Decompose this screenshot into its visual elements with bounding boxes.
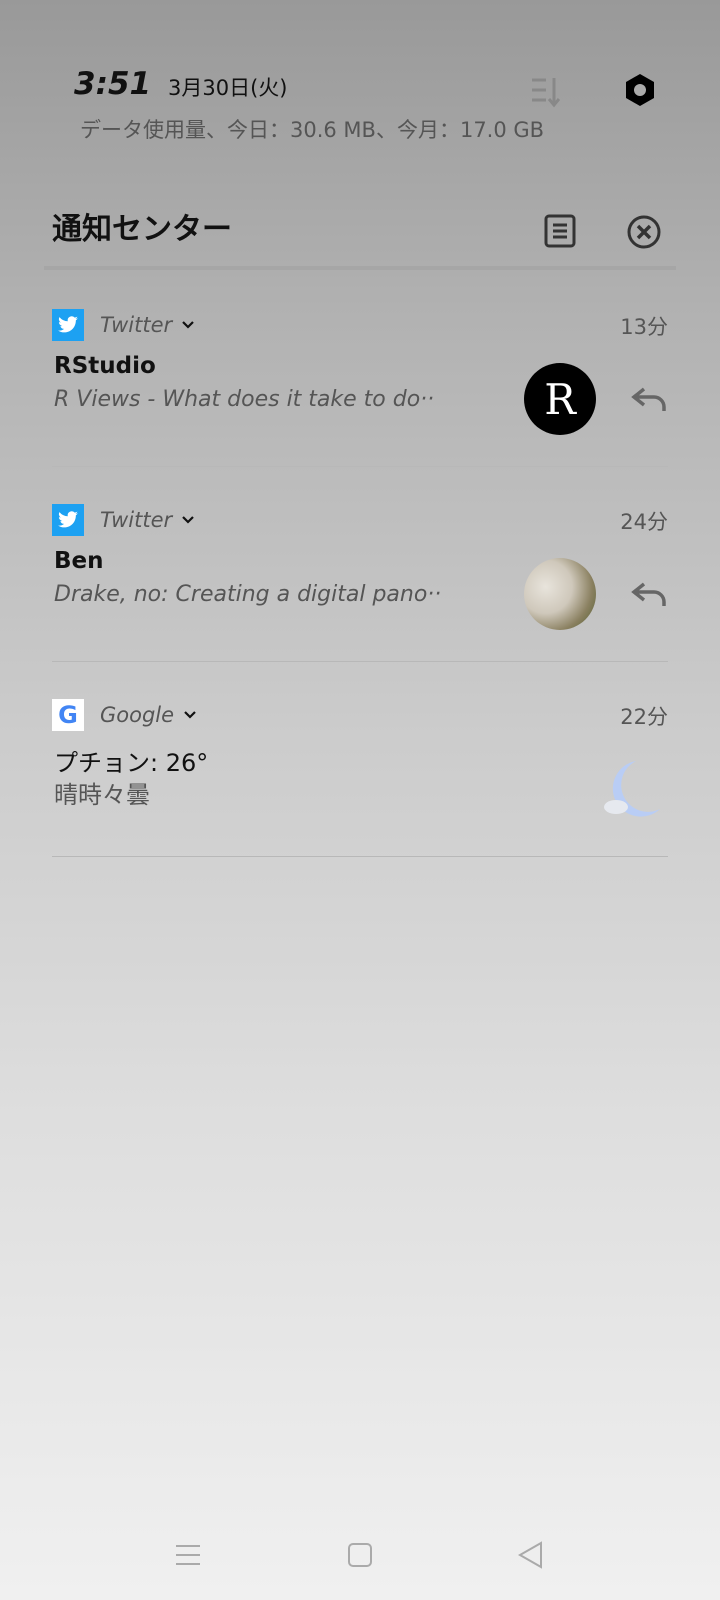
weather-condition: 晴時々曇 [54, 781, 150, 809]
notification-time: 22分 [620, 705, 668, 729]
avatar [524, 558, 596, 630]
notification-body: Drake, no: Creating a digital pano·· [54, 582, 442, 607]
weather-title: プチョン: 26° [54, 749, 209, 777]
chevron-down-icon[interactable] [180, 512, 196, 528]
chevron-down-icon[interactable] [182, 707, 198, 723]
notification-title: RStudio [54, 353, 156, 379]
reply-icon[interactable] [630, 383, 668, 415]
notification-time: 13分 [620, 315, 668, 339]
notification-weather[interactable]: G Google 22分 プチョン: 26° 晴時々曇 [52, 699, 668, 859]
recent-apps-button[interactable] [173, 1540, 203, 1570]
back-button[interactable] [516, 1540, 546, 1570]
notification-rstudio[interactable]: Twitter 13分 RStudio R Views - What does … [52, 309, 668, 469]
google-icon: G [52, 699, 84, 731]
page-title: 通知センター [52, 212, 232, 247]
notification-time: 24分 [620, 510, 668, 534]
twitter-icon [52, 309, 84, 341]
app-name: Twitter [100, 313, 173, 337]
avatar: R [524, 363, 596, 435]
data-usage: データ使用量、今日：30.6 MB、今月：17.0 GB [80, 118, 545, 142]
manage-notifications-icon[interactable] [544, 214, 576, 248]
settings-icon[interactable] [622, 72, 658, 108]
date: 3月30日(火) [168, 76, 288, 100]
header-divider [44, 266, 676, 270]
home-button[interactable] [345, 1540, 375, 1570]
divider [52, 856, 668, 857]
reply-icon[interactable] [630, 578, 668, 610]
twitter-icon [52, 504, 84, 536]
notification-body: R Views - What does it take to do·· [54, 387, 435, 412]
notification-title: Ben [54, 548, 104, 574]
chevron-down-icon[interactable] [180, 317, 196, 333]
app-name: Twitter [100, 508, 173, 532]
divider [52, 466, 668, 467]
app-name: Google [100, 703, 175, 727]
notification-ben[interactable]: Twitter 24分 Ben Drake, no: Creating a di… [52, 504, 668, 664]
moon-cloud-icon [604, 761, 660, 817]
clock: 3:51 [74, 66, 152, 102]
sort-icon[interactable] [530, 74, 560, 108]
clear-all-icon[interactable] [626, 214, 662, 250]
divider [52, 661, 668, 662]
